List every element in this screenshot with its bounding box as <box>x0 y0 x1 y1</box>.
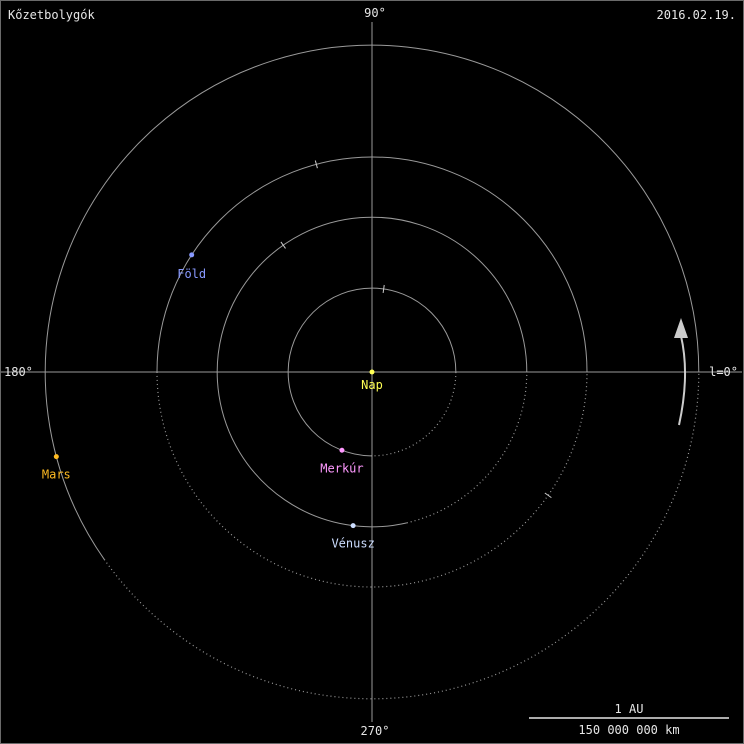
date-display: 2016.02.19. <box>657 8 736 22</box>
scale-bar: 1 AU 150 000 000 km <box>529 702 729 737</box>
solar-system-diagram: Merkúr Vénusz Föld Mars Nap Kőzetbolygók 201… <box>1 6 742 738</box>
orbit-dotted-merkur <box>370 371 457 457</box>
angle-label-180: 180° <box>4 365 33 379</box>
orbit-node-tick-fold <box>544 492 552 499</box>
orbit-dotted-venusz <box>406 371 528 524</box>
orbit-node-tick-merkur <box>382 284 385 293</box>
planet-mars[interactable] <box>53 454 59 460</box>
planet-fold[interactable] <box>189 252 195 258</box>
sun-label: Nap <box>361 378 383 392</box>
scale-label-au: 1 AU <box>615 702 644 716</box>
angle-label-90: 90° <box>364 6 386 20</box>
angle-label-0: l=0° <box>709 365 738 379</box>
planet-label-venusz: Vénusz <box>331 537 374 551</box>
planet-label-merkur: Merkúr <box>320 461 363 475</box>
angle-label-270: 270° <box>361 724 390 738</box>
planet-venusz[interactable] <box>350 523 356 529</box>
bodies-layer: Merkúr Vénusz Föld Mars Nap <box>42 252 383 551</box>
planet-merkur[interactable] <box>339 447 345 453</box>
sun[interactable] <box>369 369 375 375</box>
orbit-dotted-mars <box>103 371 700 700</box>
planet-label-mars: Mars <box>42 468 71 482</box>
scale-label-km: 150 000 000 km <box>578 723 679 737</box>
title: Kőzetbolygók <box>8 8 95 22</box>
planet-label-fold: Föld <box>177 267 206 281</box>
orbit-node-tick-venusz <box>280 241 286 249</box>
